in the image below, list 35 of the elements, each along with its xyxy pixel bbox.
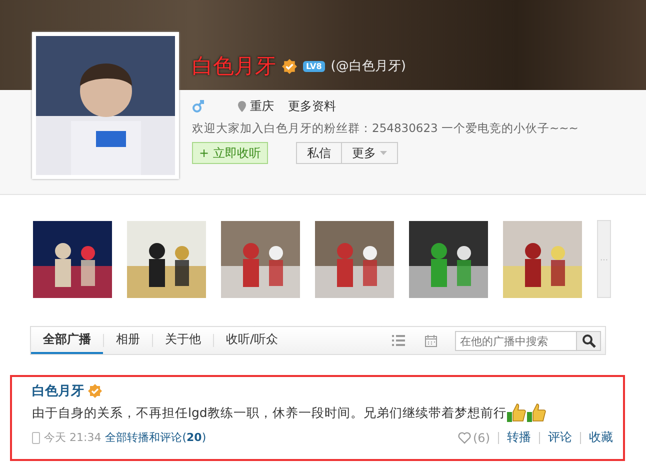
thumbs-up-icon: [526, 403, 546, 423]
post-action-link[interactable]: 转播: [507, 429, 531, 446]
profile-name: 白色月牙: [192, 53, 276, 80]
tab[interactable]: 收听/听众: [214, 327, 290, 354]
heart-icon[interactable]: [458, 432, 471, 444]
list-view-icon[interactable]: [392, 335, 405, 346]
more-button[interactable]: 更多: [342, 142, 398, 164]
verified-icon: [88, 384, 102, 398]
search-field[interactable]: 在他的广播中搜索: [455, 331, 601, 351]
post-action-link[interactable]: 评论: [548, 429, 572, 446]
verified-icon: [282, 58, 297, 74]
profile-bio: 欢迎大家加入白色月牙的粉丝群：254830623 一个爱电竞的小伙子~~~: [192, 121, 580, 136]
follow-button[interactable]: + 立即收听: [192, 142, 268, 164]
location-pin-icon: [238, 101, 246, 112]
phone-icon: [32, 432, 40, 444]
post-time: 今天 21:34: [44, 430, 102, 445]
level-badge: LV8: [303, 60, 325, 72]
search-icon: [582, 334, 596, 348]
search-button[interactable]: [576, 332, 600, 350]
tab[interactable]: 关于他: [153, 327, 213, 354]
profile-handle: (@白色月牙): [330, 58, 406, 75]
post-action-link[interactable]: 收藏: [589, 429, 613, 446]
tab[interactable]: 相册: [104, 327, 152, 354]
message-button[interactable]: 私信: [296, 142, 342, 164]
like-count: (6): [473, 430, 490, 444]
post-text: 由于自身的关系，不再担任lgd教练一职，休养一段时间。兄弟们继续带着梦想前行: [32, 404, 506, 422]
male-icon: [192, 100, 204, 113]
caret-icon: [380, 151, 387, 155]
comments-link[interactable]: 全部转播和评论(20): [105, 430, 206, 445]
location-text: 重庆: [250, 98, 274, 115]
calendar-icon[interactable]: [425, 334, 437, 346]
tab[interactable]: 全部广播: [31, 327, 103, 354]
post-author[interactable]: 白色月牙: [32, 382, 84, 400]
more-info-link[interactable]: 更多资料: [288, 98, 336, 115]
thumbs-up-icon: [506, 403, 526, 423]
